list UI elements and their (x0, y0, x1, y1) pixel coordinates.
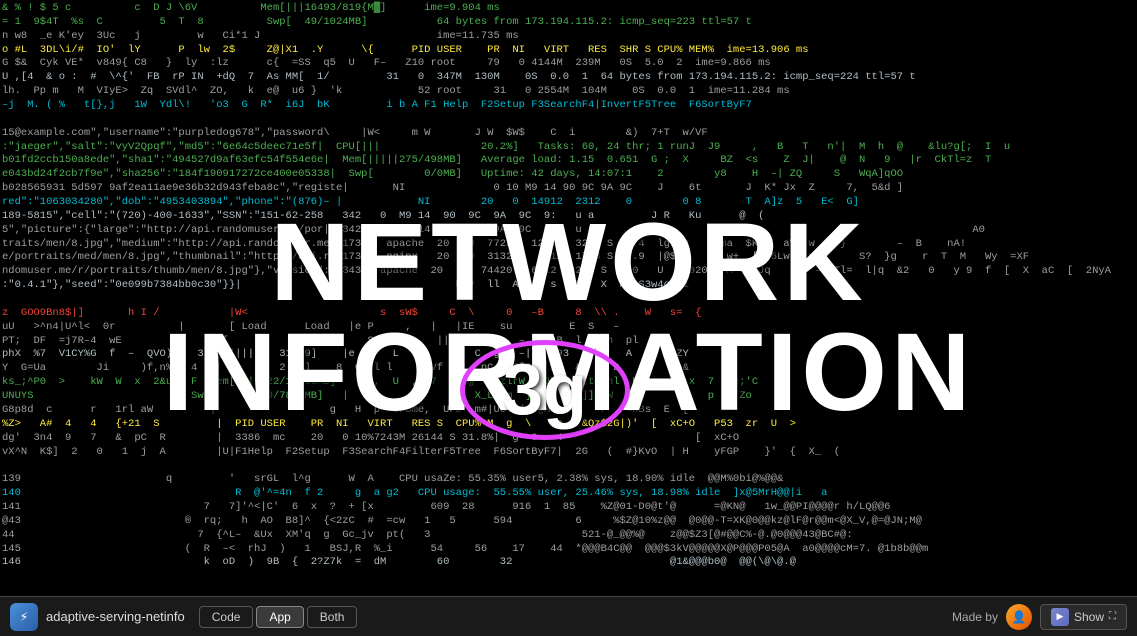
tab-app[interactable]: App (256, 606, 303, 628)
tab-both[interactable]: Both (307, 606, 358, 628)
show-button-label: Show (1074, 610, 1104, 624)
network-type-text: 3g (503, 349, 587, 431)
show-button[interactable]: ▶ Show ⛶ (1040, 604, 1127, 630)
avatar: 👤 (1006, 604, 1032, 630)
made-by-text: Made by (952, 610, 998, 624)
expand-icon: ⛶ (1109, 611, 1116, 622)
app-icon-glyph: ⚡ (20, 609, 28, 625)
show-button-icon: ▶ (1051, 608, 1069, 626)
tab-group: Code App Both (199, 606, 358, 628)
avatar-initial: 👤 (1011, 610, 1026, 624)
app-icon: ⚡ (10, 603, 38, 631)
bottom-toolbar: ⚡ adaptive-serving-netinfo Code App Both… (0, 596, 1137, 636)
network-type-circle: 3g (460, 340, 630, 440)
tab-code[interactable]: Code (199, 606, 254, 628)
app-name-label: adaptive-serving-netinfo (46, 609, 185, 624)
made-by-section: Made by 👤 ▶ Show ⛶ (952, 604, 1127, 630)
